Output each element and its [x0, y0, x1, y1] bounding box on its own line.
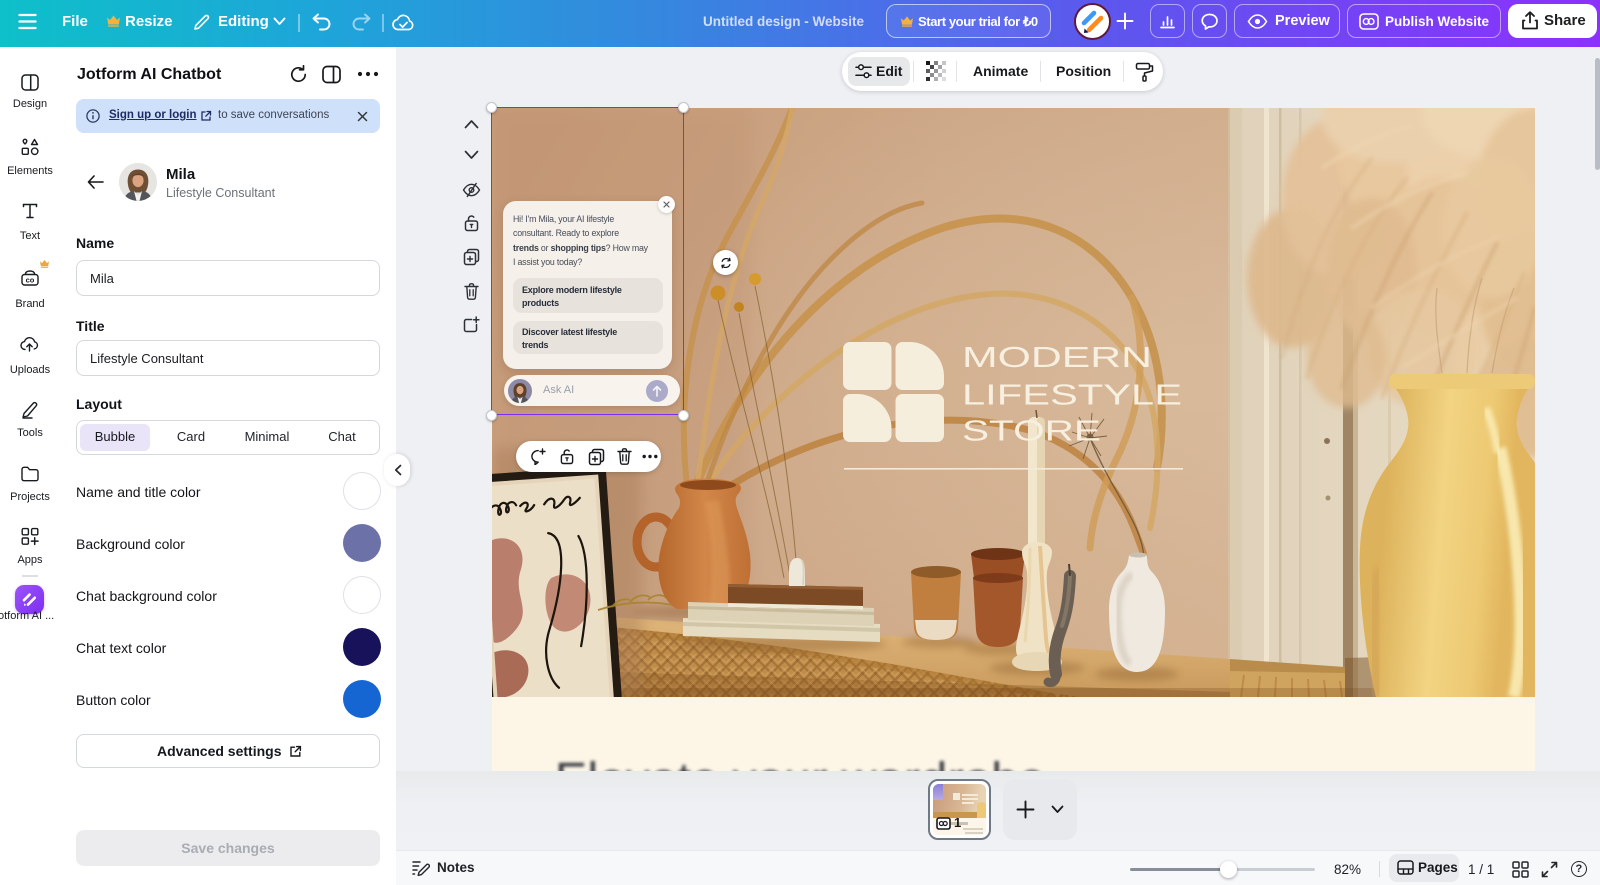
- svg-text:LIFESTYLE: LIFESTYLE: [962, 379, 1182, 411]
- svg-text:co: co: [26, 276, 35, 285]
- svg-text:STORE: STORE: [962, 415, 1101, 447]
- svg-text:MODERN: MODERN: [962, 342, 1152, 374]
